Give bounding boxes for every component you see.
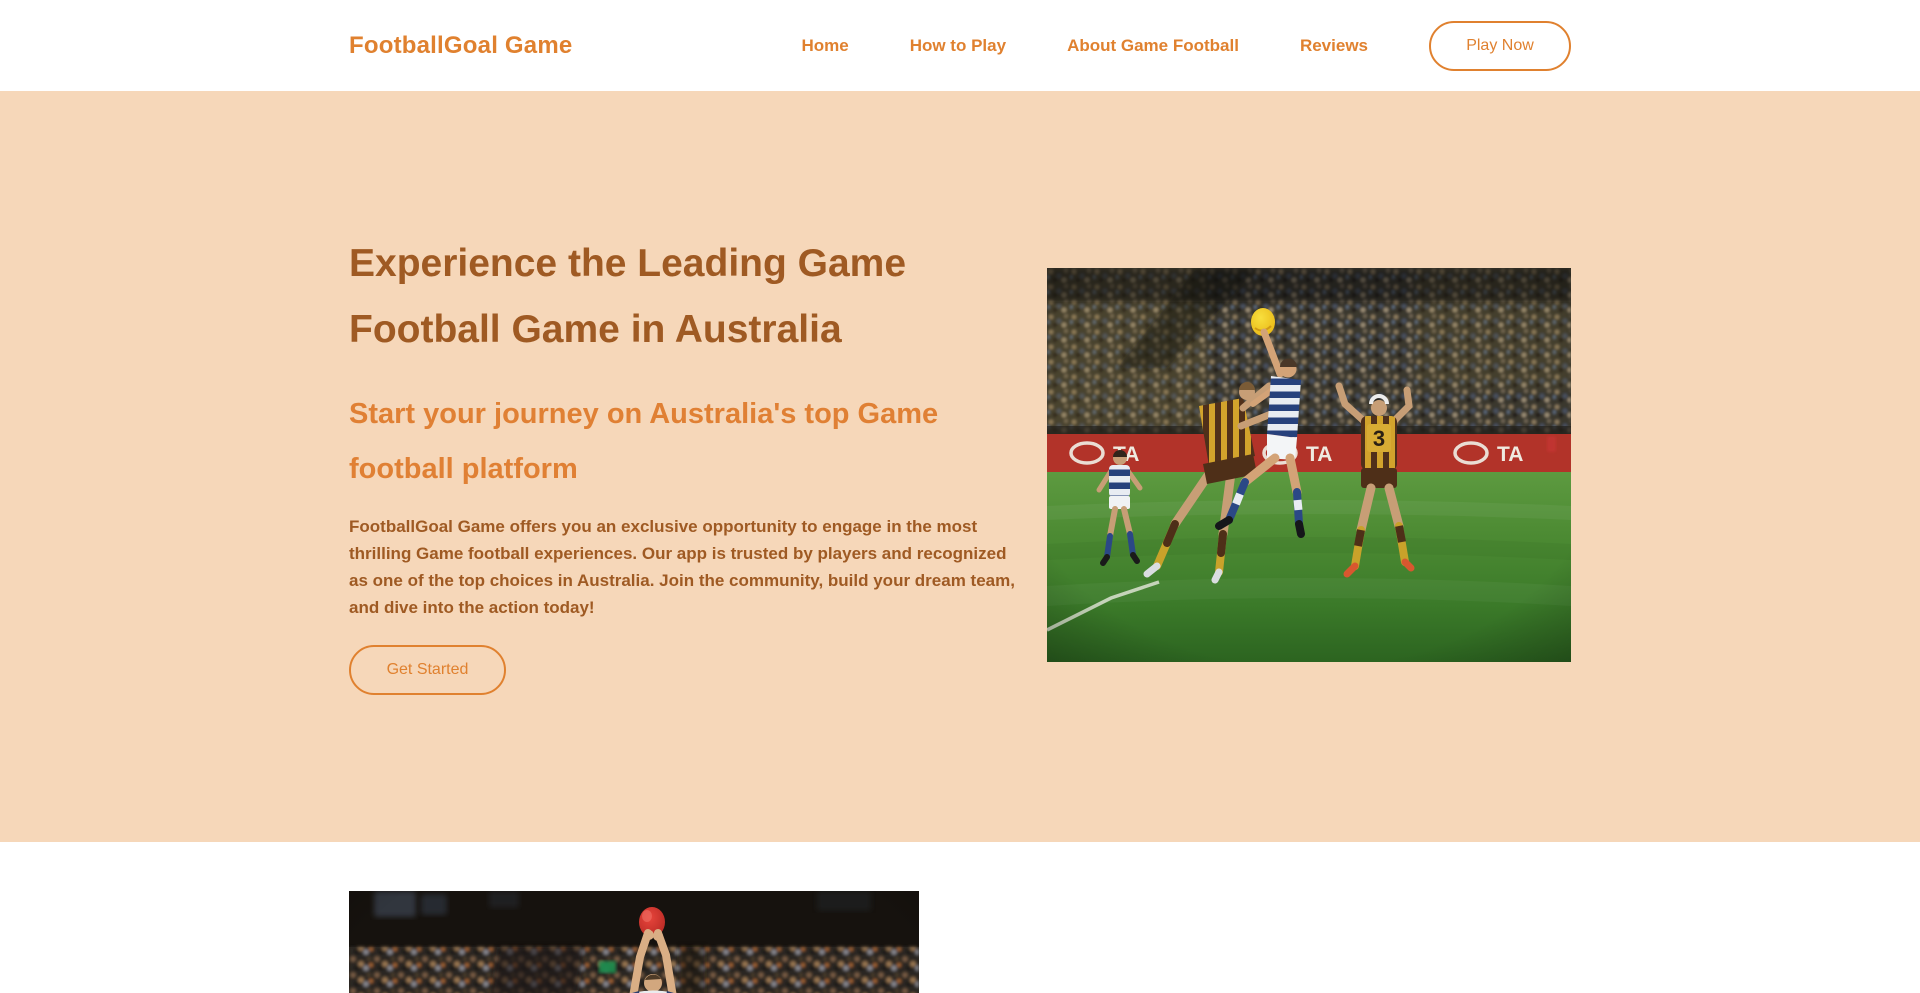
- header-inner: FootballGoal Game Home How to Play About…: [349, 0, 1571, 91]
- nav-about-game-football[interactable]: About Game Football: [1067, 36, 1239, 56]
- site-header: FootballGoal Game Home How to Play About…: [0, 0, 1920, 91]
- site-logo[interactable]: FootballGoal Game: [349, 32, 572, 60]
- lower-section: [0, 842, 1920, 993]
- hero-inner: Experience the Leading Game Football Gam…: [349, 91, 1571, 842]
- get-started-button[interactable]: Get Started: [349, 645, 506, 695]
- hero-paragraph: FootballGoal Game offers you an exclusiv…: [349, 513, 1021, 621]
- hero-heading: Experience the Leading Game Football Gam…: [349, 231, 1049, 363]
- lower-image: [349, 891, 919, 993]
- hero-image: TA TA TA: [1047, 268, 1571, 662]
- hero-text-block: Experience the Leading Game Football Gam…: [349, 231, 1049, 695]
- nav-reviews[interactable]: Reviews: [1300, 36, 1368, 56]
- nav-how-to-play[interactable]: How to Play: [910, 36, 1006, 56]
- lower-image-svg: [349, 891, 919, 993]
- hero-section: Experience the Leading Game Football Gam…: [0, 91, 1920, 842]
- main-nav: Home How to Play About Game Football Rev…: [801, 36, 1368, 56]
- lower-inner: [349, 842, 1571, 993]
- play-now-button[interactable]: Play Now: [1429, 21, 1571, 71]
- nav-home[interactable]: Home: [801, 36, 848, 56]
- hero-image-svg: TA TA TA: [1047, 268, 1571, 662]
- hero-subheading: Start your journey on Australia's top Ga…: [349, 387, 1049, 497]
